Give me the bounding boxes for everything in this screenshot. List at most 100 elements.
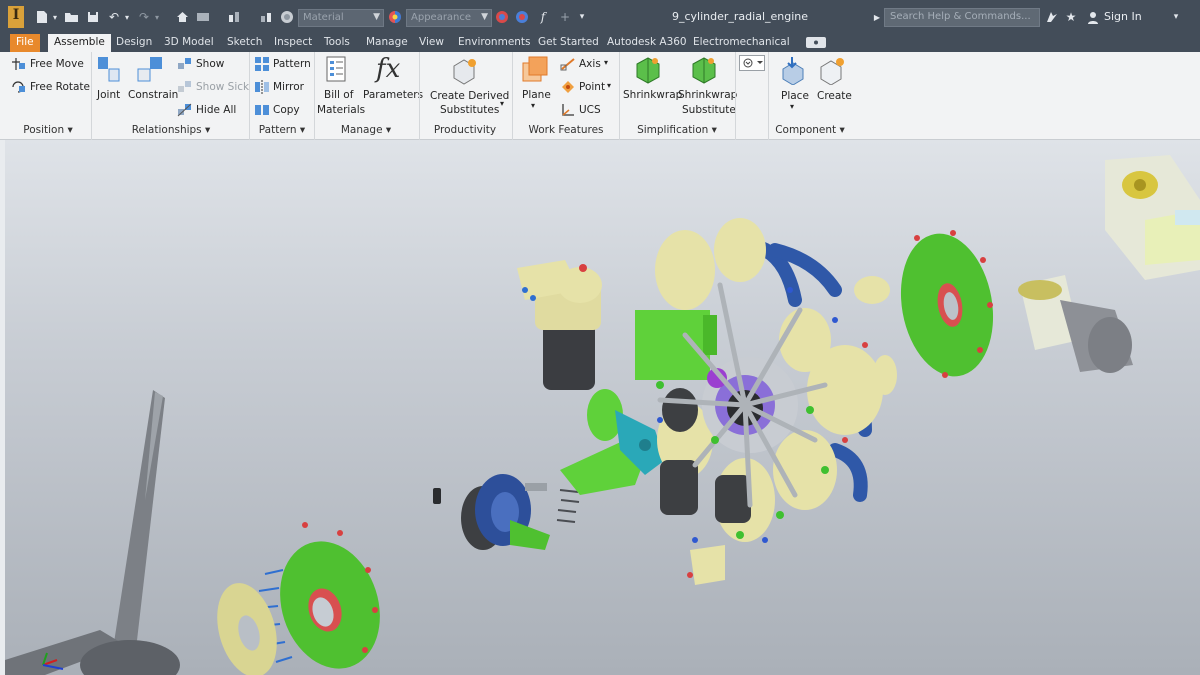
panel-divider	[91, 52, 92, 140]
new-file-icon[interactable]	[34, 8, 50, 26]
undo-dropdown-icon[interactable]: ▾	[122, 8, 132, 26]
work-features-panel-label[interactable]: Work Features	[514, 124, 618, 136]
panel-divider	[768, 52, 769, 140]
mirror-button[interactable]: Mirror	[273, 81, 304, 93]
radial-engine-core	[635, 218, 897, 585]
panel-divider	[512, 52, 513, 140]
tab-design[interactable]: Design	[116, 34, 152, 52]
appearance-combo[interactable]: Appearance ▼	[406, 9, 492, 27]
plus-icon[interactable]: +	[558, 8, 572, 26]
copy-button[interactable]: Copy	[273, 104, 300, 116]
front-gear-housing	[461, 474, 580, 550]
tab-tools[interactable]: Tools	[324, 34, 350, 52]
open-folder-icon[interactable]	[62, 8, 80, 26]
create-derived-substitutes-button[interactable]: Create Derived	[430, 90, 509, 102]
engine-assembly-render	[5, 155, 1200, 675]
show-icon	[177, 57, 193, 74]
bill-of-materials-button[interactable]: Bill of	[324, 89, 353, 101]
new-dropdown-icon[interactable]: ▾	[50, 8, 60, 26]
tab-manage[interactable]: Manage	[366, 34, 408, 52]
place-button[interactable]: Place	[781, 90, 809, 102]
return-icon[interactable]	[194, 8, 212, 26]
axis-icon	[560, 57, 576, 74]
pattern-button[interactable]: Pattern	[273, 58, 311, 70]
chevron-down-icon[interactable]: ▾	[790, 102, 794, 111]
place-icon	[780, 55, 808, 88]
productivity-panel-label[interactable]: Productivity	[421, 124, 509, 136]
component-panel-label[interactable]: Component ▾	[770, 124, 850, 136]
home-icon[interactable]	[174, 8, 190, 26]
material-combo[interactable]: Material ▼	[298, 9, 384, 27]
propeller	[5, 390, 180, 675]
tab-environments[interactable]: Environments	[458, 34, 531, 52]
tab-file[interactable]: File	[10, 34, 40, 52]
chevron-right-icon[interactable]: ▶	[872, 8, 882, 26]
function-icon[interactable]: f	[536, 8, 550, 26]
tab-inspect[interactable]: Inspect	[274, 34, 312, 52]
tab-get-started[interactable]: Get Started	[538, 34, 599, 52]
title-bar: I ▾ ↶ ▾ ↷ ▾ Material ▼ Appearance ▼ f + …	[0, 0, 1200, 34]
ucs-button[interactable]: UCS	[579, 104, 601, 116]
document-title: 9_cylinder_radial_engine	[671, 10, 809, 23]
undo-icon[interactable]: ↶	[106, 8, 122, 26]
joint-button[interactable]: Joint	[97, 89, 120, 101]
axis-button[interactable]: Axis	[579, 58, 601, 70]
show-sick-button[interactable]: Show Sick	[196, 81, 249, 93]
tab-3d-model[interactable]: 3D Model	[164, 34, 214, 52]
panel-options-dropdown[interactable]	[739, 55, 765, 71]
chevron-down-icon[interactable]: ▾	[607, 81, 611, 90]
user-icon[interactable]	[1086, 8, 1100, 26]
plane-icon	[521, 55, 551, 88]
help-search-input[interactable]: Search Help & Commands...	[884, 8, 1040, 27]
measure-icon[interactable]	[258, 8, 274, 26]
sign-in-link[interactable]: Sign In	[1104, 10, 1142, 23]
save-icon[interactable]	[85, 8, 101, 26]
position-panel-label[interactable]: Position ▾	[8, 124, 88, 136]
create-derived-substitutes-button-line2[interactable]: Substitutes	[440, 104, 499, 116]
show-button[interactable]: Show	[196, 58, 224, 70]
shrinkwrap-substitute-button[interactable]: Shrinkwrap	[678, 89, 737, 101]
plane-button[interactable]: Plane	[522, 89, 551, 101]
create-component-button[interactable]: Create	[817, 90, 852, 102]
simplification-panel-label[interactable]: Simplification ▾	[621, 124, 733, 136]
clear-appearance-icon[interactable]	[494, 8, 510, 26]
star-icon[interactable]: ★	[1064, 8, 1078, 26]
customize-dropdown-icon[interactable]: ▾	[576, 8, 588, 26]
shrinkwrap-substitute-button-line2[interactable]: Substitute	[682, 104, 736, 116]
tab-assemble[interactable]: Assemble	[48, 34, 111, 52]
hide-all-button[interactable]: Hide All	[196, 104, 236, 116]
constrain-button[interactable]: Constrain	[128, 89, 178, 101]
chevron-down-icon[interactable]: ▾	[500, 99, 504, 108]
tab-sketch[interactable]: Sketch	[227, 34, 262, 52]
appearance-icon[interactable]	[387, 8, 403, 26]
tab-autodesk-a360[interactable]: Autodesk A360	[607, 34, 687, 52]
adjust-icon[interactable]	[514, 8, 530, 26]
select-icon[interactable]	[226, 8, 244, 26]
free-move-button[interactable]: Free Move	[30, 58, 84, 70]
parameters-icon: fx	[376, 54, 401, 84]
account-dropdown-icon[interactable]: ▾	[1170, 8, 1182, 26]
hide-all-icon	[177, 103, 193, 120]
free-move-icon	[11, 57, 27, 74]
globe-icon[interactable]	[279, 8, 295, 26]
manage-panel-label[interactable]: Manage ▾	[318, 124, 414, 136]
parameters-button[interactable]: Parameters	[363, 89, 423, 101]
redo-icon[interactable]: ↷	[136, 8, 152, 26]
panel-toggle-icon[interactable]	[806, 37, 826, 48]
tab-electromechanical[interactable]: Electromechanical	[693, 34, 790, 52]
chevron-down-icon[interactable]: ▾	[604, 58, 608, 67]
free-rotate-button[interactable]: Free Rotate	[30, 81, 90, 93]
binoculars-icon[interactable]	[1044, 8, 1060, 26]
pattern-icon	[254, 56, 270, 75]
relationships-panel-label[interactable]: Relationships ▾	[96, 124, 246, 136]
graphics-viewport[interactable]	[5, 140, 1200, 675]
tab-view[interactable]: View	[419, 34, 444, 52]
redo-dropdown-icon[interactable]: ▾	[152, 8, 162, 26]
shrinkwrap-substitute-icon	[690, 55, 718, 88]
chevron-down-icon[interactable]: ▾	[531, 101, 535, 110]
shrinkwrap-button[interactable]: Shrinkwrap	[623, 89, 682, 101]
point-button[interactable]: Point	[579, 81, 605, 93]
show-sick-icon	[177, 80, 193, 97]
bill-of-materials-button-line2[interactable]: Materials	[317, 104, 365, 116]
pattern-panel-label[interactable]: Pattern ▾	[252, 124, 312, 136]
